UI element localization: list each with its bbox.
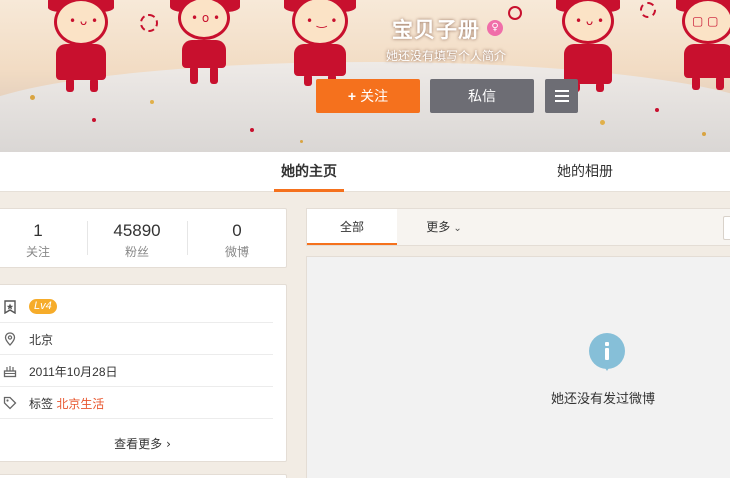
stat-posts-count: 0 [232, 221, 242, 240]
stat-following-label: 关注 [25, 245, 50, 259]
level-badge-icon [4, 300, 16, 314]
divider [87, 221, 88, 255]
tag-icon [3, 396, 17, 410]
stat-posts[interactable]: 0 微博 [192, 221, 282, 260]
plus-icon: + [347, 88, 357, 104]
stat-following[interactable]: 1 关注 [0, 221, 83, 260]
firework-icon [140, 14, 158, 32]
female-icon: ♀ [487, 20, 503, 36]
profile-banner: • ᴗ • • o • • ‿ • • ᴗ • ▢ ▢ 宝贝子册 ♀ 她还没有填… [0, 0, 730, 152]
info-icon [589, 333, 625, 371]
empty-feed-text: 她还没有发过微博 [551, 391, 656, 406]
view-more-label: 查看更多 [114, 437, 163, 451]
confetti-dot [250, 128, 254, 132]
stat-followers-count: 45890 [113, 221, 161, 240]
confetti-dot [30, 95, 35, 100]
confetti-dot [655, 108, 659, 112]
chevron-down-icon: ⌄ [453, 223, 462, 234]
firework-icon [640, 2, 656, 18]
join-date-text: 2011年10月28日 [29, 365, 118, 379]
tags-text: 标签 北京生活 [29, 395, 104, 412]
profile-name: 宝贝子册 [392, 19, 480, 42]
papercut-figure: ▢ ▢ [672, 0, 730, 100]
menu-button[interactable] [545, 79, 578, 113]
profile-nav: 她的主页 她的相册 [0, 152, 730, 192]
level-badge[interactable]: Lv4 [29, 299, 57, 314]
tag-label: 标签 [29, 397, 54, 411]
papercut-figure: • ᴗ • [38, 0, 128, 100]
tag-link[interactable]: 北京生活 [56, 397, 104, 411]
stats-card: 1 关注 45890 粉丝 0 微博 [0, 208, 287, 268]
stat-following-count: 1 [33, 221, 43, 240]
tab-album[interactable]: 她的相册 [546, 152, 624, 192]
feed-tabs: 全部 更多 ⌄ [306, 208, 730, 246]
divider [187, 221, 188, 255]
stat-posts-label: 微博 [224, 245, 249, 259]
chevron-right-icon: › [166, 437, 171, 451]
feed-tab-more[interactable]: 更多 ⌄ [419, 209, 469, 245]
follow-button-label: 关注 [360, 88, 389, 104]
feed-body: 她还没有发过微博 [306, 256, 730, 478]
location-text: 北京 [29, 333, 54, 347]
confetti-dot [92, 118, 96, 122]
info-row-tags: 标签 北京生活 [0, 387, 273, 419]
tab-home[interactable]: 她的主页 [274, 152, 344, 192]
info-card: Lv4 北京 2011年10月28日 标签 北京生活 查看更多 › [0, 284, 287, 462]
message-button[interactable]: 私信 [430, 79, 534, 113]
feed-search-input[interactable] [723, 216, 730, 240]
next-card [0, 474, 287, 478]
confetti-dot [702, 132, 706, 136]
stat-followers-label: 粉丝 [124, 245, 149, 259]
info-row-join-date: 2011年10月28日 [0, 355, 273, 387]
location-pin-icon [4, 332, 16, 346]
feed-tab-all[interactable]: 全部 [307, 209, 397, 245]
papercut-figure: • o • [166, 0, 246, 96]
info-row-location: 北京 [0, 323, 273, 355]
profile-bio: 她还没有填写个人简介 [386, 49, 507, 63]
feed-tab-more-label: 更多 [426, 220, 451, 234]
message-button-label: 私信 [468, 88, 496, 104]
confetti-dot [300, 140, 303, 143]
birthday-cake-icon [3, 366, 17, 378]
info-row-level: Lv4 [0, 291, 273, 323]
view-more-link[interactable]: 查看更多 › [0, 435, 288, 452]
confetti-dot [600, 120, 605, 125]
lantern-icon [508, 6, 522, 20]
confetti-dot [150, 100, 154, 104]
stat-followers[interactable]: 45890 粉丝 [92, 221, 182, 260]
follow-button[interactable]: + 关注 [316, 79, 420, 113]
